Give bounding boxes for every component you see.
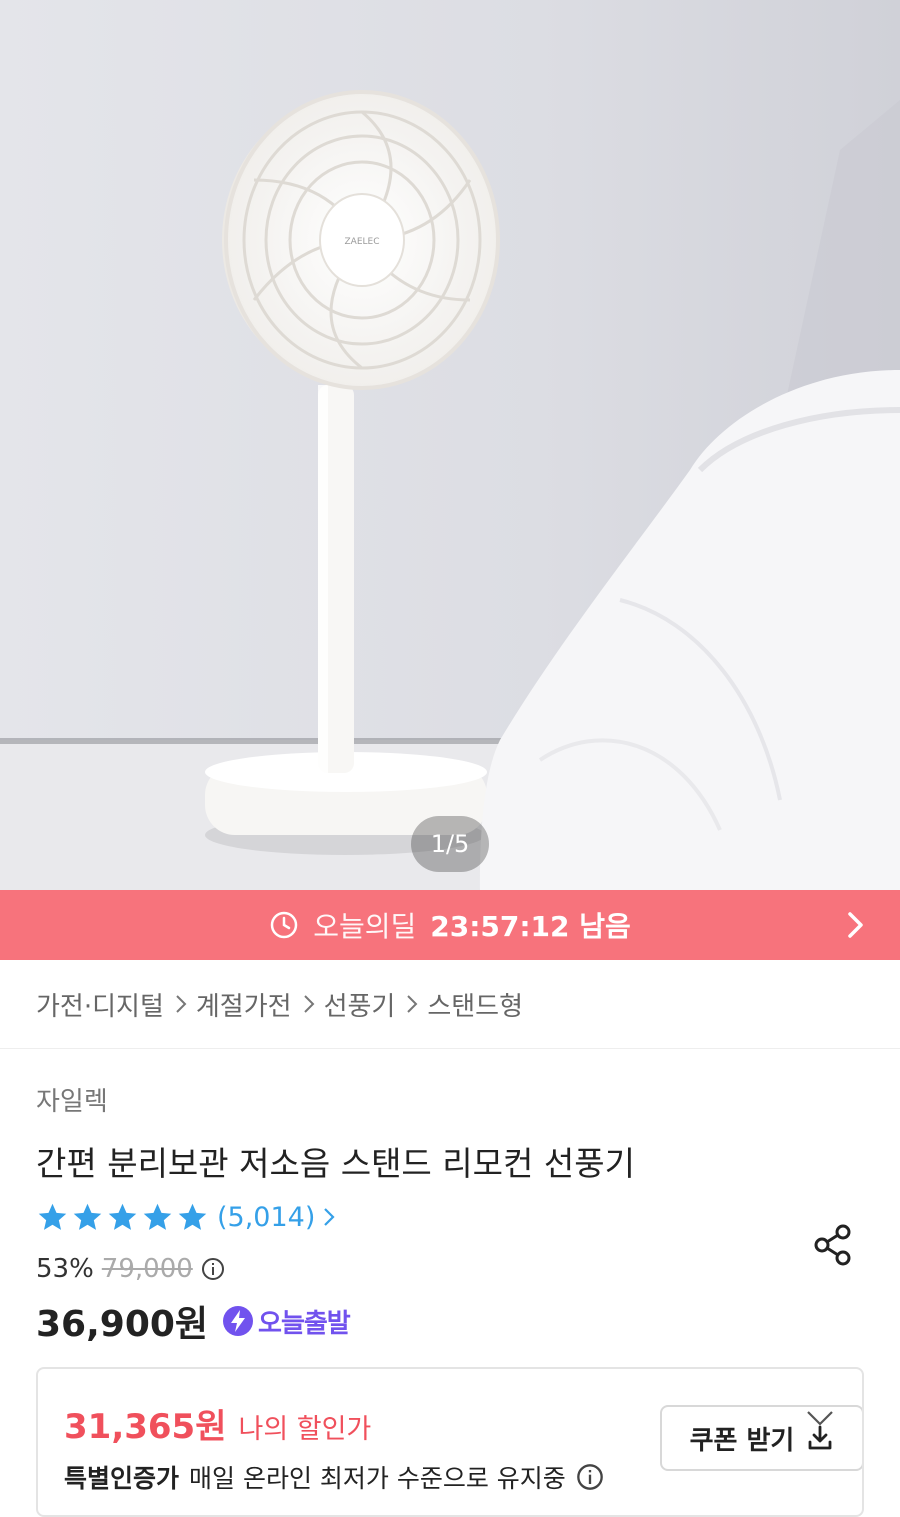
original-price: 79,000 (101, 1254, 193, 1284)
deal-countdown: 23:57:12 남음 (430, 910, 631, 943)
certified-price-text: 매일 온라인 최저가 수준으로 유지중 (189, 1464, 566, 1493)
rating-row[interactable]: (5,014) (36, 1197, 864, 1237)
my-price-line: 31,365원 나의 할인가 (64, 1399, 371, 1448)
product-photo: ZAELEC (0, 0, 900, 890)
breadcrumb-item-appliances[interactable]: 가전·디지털 (36, 986, 164, 1023)
review-count: (5,014) (217, 1201, 316, 1233)
discount-row: 53% 79,000 (36, 1251, 864, 1287)
certified-price-note: 특별인증가 매일 온라인 최저가 수준으로 유지중 (64, 1459, 604, 1495)
clock-icon (270, 911, 298, 939)
my-discount-price-panel[interactable]: 31,365원 나의 할인가 특별인증가 매일 온라인 최저가 수준으로 유지중 (36, 1367, 864, 1517)
star-rating (36, 1201, 209, 1234)
star-icon (178, 1203, 207, 1230)
product-info: 자일렉 간편 분리보관 저소음 스탠드 리모컨 선풍기 (5,014) 53% … (0, 1081, 900, 1471)
todays-deal-banner[interactable]: 오늘의딜 23:57:12 남음 (0, 890, 900, 960)
product-title: 간편 분리보관 저소음 스탠드 리모컨 선풍기 (36, 1144, 635, 1183)
breadcrumb-item-stand[interactable]: 스탠드형 (427, 986, 523, 1023)
share-icon[interactable] (812, 1223, 854, 1267)
brand-name[interactable]: 자일렉 (36, 1081, 864, 1117)
chevron-right-icon (324, 1208, 335, 1226)
sale-price: 36,900원 (36, 1304, 209, 1345)
breadcrumb-item-fans[interactable]: 선풍기 (324, 986, 396, 1023)
breadcrumb-item-seasonal[interactable]: 계절가전 (196, 986, 292, 1023)
star-icon (73, 1203, 102, 1230)
chevron-down-icon[interactable] (806, 1409, 834, 1427)
info-icon[interactable] (201, 1257, 225, 1281)
star-icon (143, 1203, 172, 1230)
today-shipping-label: 오늘출발 (258, 1308, 351, 1339)
chevron-right-icon (303, 995, 314, 1013)
image-page-indicator: 1/5 (411, 816, 489, 872)
deal-label: 오늘의딜 (313, 910, 417, 943)
lightning-icon (223, 1306, 254, 1336)
certified-price-label: 특별인증가 (64, 1464, 180, 1493)
my-discount-price: 31,365원 (64, 1407, 227, 1447)
star-icon (108, 1203, 137, 1230)
product-image-carousel[interactable]: ZAELEC 1/5 (0, 0, 900, 890)
star-icon (38, 1203, 67, 1230)
info-icon[interactable] (576, 1463, 604, 1491)
chevron-right-icon (176, 995, 187, 1013)
today-shipping-badge: 오늘출발 (222, 1303, 351, 1340)
price-row: 36,900원 오늘출발 (36, 1295, 864, 1347)
chevron-right-icon (848, 912, 863, 938)
breadcrumb: 가전·디지털 계절가전 선풍기 스탠드형 (0, 960, 900, 1049)
discount-rate: 53% (36, 1254, 94, 1284)
my-discount-label: 나의 할인가 (238, 1414, 372, 1445)
fan-brand-text: ZAELEC (345, 237, 380, 247)
chevron-right-icon (407, 995, 418, 1013)
